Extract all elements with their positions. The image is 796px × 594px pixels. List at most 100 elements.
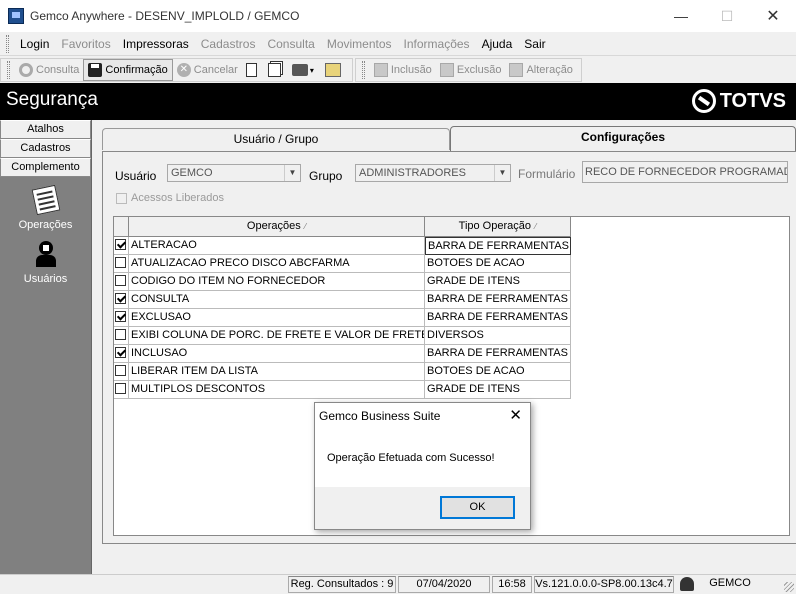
tab-usuario-grupo[interactable]: Usuário / Grupo <box>102 128 450 150</box>
acessos-liberados-checkbox[interactable]: Acessos Liberados <box>116 192 224 204</box>
exclusao-button[interactable]: Exclusão <box>436 59 506 81</box>
sidebar-tab-complemento[interactable]: Complemento <box>0 158 91 177</box>
operacao-cell[interactable]: ALTERACAO <box>129 237 425 255</box>
menu-login[interactable]: Login <box>14 37 55 51</box>
operacao-cell[interactable]: MULTIPLOS DESCONTOS <box>129 381 425 399</box>
ok-button[interactable]: OK <box>440 496 515 519</box>
alteracao-button[interactable]: Alteração <box>505 59 576 81</box>
row-checkbox[interactable] <box>115 239 126 250</box>
sidebar-item-operacoes[interactable]: Operações <box>0 184 91 231</box>
tipo-column-header[interactable]: Tipo Operação ⁄ <box>425 217 571 237</box>
print-button[interactable]: ▾ <box>288 59 321 81</box>
sidebar-tab-cadastros[interactable]: Cadastros <box>0 139 91 158</box>
alteracao-icon <box>509 63 524 77</box>
table-row[interactable]: CODIGO DO ITEM NO FORNECEDOR GRADE DE ITE… <box>114 273 571 291</box>
row-checkbox[interactable] <box>115 293 126 304</box>
dialog-message: Operação Efetuada com Sucesso! <box>315 429 530 487</box>
new-page-icon <box>245 63 257 77</box>
sidebar-tab-atalhos[interactable]: Atalhos <box>0 120 91 139</box>
table-row[interactable]: CONSULTA BARRA DE FERRAMENTAS <box>114 291 571 309</box>
row-checkbox[interactable] <box>115 275 126 286</box>
operacoes-column-header[interactable]: Operações ⁄ <box>129 217 425 237</box>
operacao-cell[interactable]: CODIGO DO ITEM NO FORNECEDOR <box>129 273 425 291</box>
maximize-button[interactable]: ☐ <box>704 0 750 32</box>
confirmacao-button[interactable]: Confirmação <box>83 59 173 81</box>
table-row[interactable]: ATUALIZACAO PRECO DISCO ABCFARMA BOTOES D… <box>114 255 571 273</box>
totvs-logo: TOTVS <box>691 89 786 113</box>
table-row[interactable]: EXCLUSAO BARRA DE FERRAMENTAS <box>114 309 571 327</box>
cancelar-label: Cancelar <box>193 64 238 76</box>
row-select-cell[interactable] <box>114 273 129 291</box>
row-select-cell[interactable] <box>114 291 129 309</box>
copy-pages-button[interactable] <box>264 59 288 81</box>
tipo-operacao-cell[interactable]: BARRA DE FERRAMENTAS <box>425 309 571 327</box>
tipo-operacao-cell[interactable]: BOTOES DE ACAO <box>425 255 571 273</box>
edit-note-button[interactable] <box>321 59 348 81</box>
operacao-cell[interactable]: LIBERAR ITEM DA LISTA <box>129 363 425 381</box>
operacao-cell[interactable]: CONSULTA <box>129 291 425 309</box>
usuario-select[interactable]: GEMCO ▼ <box>167 164 301 182</box>
tipo-operacao-cell[interactable]: BARRA DE FERRAMENTAS <box>425 345 571 363</box>
table-row[interactable]: EXIBI COLUNA DE PORC. DE FRETE E VALOR D… <box>114 327 571 345</box>
title-bar: Gemco Anywhere - DESENV_IMPLOLD / GEMCO … <box>0 0 796 32</box>
row-select-cell[interactable] <box>114 255 129 273</box>
sidebar-item-usuarios[interactable]: Usuários <box>0 241 91 285</box>
inclusao-button[interactable]: Inclusão <box>370 59 436 81</box>
acessos-checkbox-box[interactable] <box>116 192 127 204</box>
table-row[interactable]: INCLUSAO BARRA DE FERRAMENTAS <box>114 345 571 363</box>
menu-movimentos[interactable]: Movimentos <box>321 37 398 51</box>
row-checkbox[interactable] <box>115 257 126 268</box>
app-icon <box>8 8 24 24</box>
operacao-cell[interactable]: EXCLUSAO <box>129 309 425 327</box>
menu-consulta[interactable]: Consulta <box>261 37 320 51</box>
chevron-down-icon[interactable]: ▼ <box>494 165 510 181</box>
tipo-operacao-cell[interactable]: BOTOES DE ACAO <box>425 363 571 381</box>
tab-configuracoes[interactable]: Configurações <box>450 126 796 152</box>
table-row[interactable]: LIBERAR ITEM DA LISTA BOTOES DE ACAO <box>114 363 571 381</box>
menu-impressoras[interactable]: Impressoras <box>117 37 195 51</box>
grupo-select[interactable]: ADMINISTRADORES ▼ <box>355 164 511 182</box>
menu-favoritos[interactable]: Favoritos <box>55 37 116 51</box>
new-page-button[interactable] <box>242 59 264 81</box>
table-row[interactable]: ALTERACAO BARRA DE FERRAMENTAS <box>114 237 571 255</box>
print-dropdown-caret: ▾ <box>309 65 314 75</box>
select-column-header[interactable] <box>114 217 129 237</box>
row-select-cell[interactable] <box>114 309 129 327</box>
confirmacao-label: Confirmação <box>105 64 168 76</box>
operacao-cell[interactable]: EXIBI COLUNA DE PORC. DE FRETE E VALOR D… <box>129 327 425 345</box>
row-checkbox[interactable] <box>115 383 126 394</box>
row-checkbox[interactable] <box>115 329 126 340</box>
row-select-cell[interactable] <box>114 381 129 399</box>
cancelar-button[interactable]: ✕ Cancelar <box>173 59 242 81</box>
tipo-operacao-cell[interactable]: GRADE DE ITENS <box>425 273 571 291</box>
row-checkbox[interactable] <box>115 365 126 376</box>
menu-ajuda[interactable]: Ajuda <box>476 37 519 51</box>
inclusao-label: Inclusão <box>390 64 432 76</box>
row-select-cell[interactable] <box>114 345 129 363</box>
row-select-cell[interactable] <box>114 237 129 255</box>
menu-informacoes[interactable]: Informações <box>398 37 476 51</box>
sidebar-item-label: Operações <box>18 219 73 231</box>
dialog-close-button[interactable]: ✕ <box>509 403 522 429</box>
tipo-operacao-cell[interactable]: BARRA DE FERRAMENTAS <box>425 237 571 255</box>
row-select-cell[interactable] <box>114 363 129 381</box>
tipo-operacao-cell[interactable]: BARRA DE FERRAMENTAS <box>425 291 571 309</box>
table-row[interactable]: MULTIPLOS DESCONTOS GRADE DE ITENS <box>114 381 571 399</box>
row-select-cell[interactable] <box>114 327 129 345</box>
minimize-button[interactable]: — <box>658 0 704 32</box>
consulta-button[interactable]: Consulta <box>15 59 83 81</box>
grid-body: ALTERACAO BARRA DE FERRAMENTAS ATUALIZACAO… <box>114 237 571 399</box>
close-button[interactable]: ✕ <box>750 0 796 32</box>
menu-sair[interactable]: Sair <box>518 37 551 51</box>
formulario-field[interactable]: RECO DE FORNECEDOR PROGRAMADA <box>582 161 788 183</box>
operacao-cell[interactable]: INCLUSAO <box>129 345 425 363</box>
row-checkbox[interactable] <box>115 347 126 358</box>
row-checkbox[interactable] <box>115 311 126 322</box>
save-disk-icon <box>88 63 103 77</box>
tipo-operacao-cell[interactable]: GRADE DE ITENS <box>425 381 571 399</box>
operacao-cell[interactable]: ATUALIZACAO PRECO DISCO ABCFARMA <box>129 255 425 273</box>
menu-cadastros[interactable]: Cadastros <box>195 37 262 51</box>
tipo-operacao-cell[interactable]: DIVERSOS <box>425 327 571 345</box>
chevron-down-icon[interactable]: ▼ <box>284 165 300 181</box>
resize-grip-icon[interactable] <box>784 582 794 592</box>
